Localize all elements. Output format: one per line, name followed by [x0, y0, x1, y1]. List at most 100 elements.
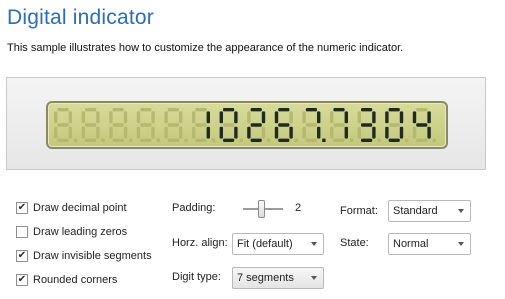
draw-invisible-segments-checkbox[interactable]: ✔ Draw invisible segments — [16, 250, 152, 262]
rounded-corners-checkbox[interactable]: ✔ Rounded corners — [16, 274, 117, 286]
draw-decimal-point-checkbox[interactable]: ✔ Draw decimal point — [16, 202, 127, 214]
padding-slider-thumb[interactable] — [258, 200, 265, 218]
lcd-segment — [372, 126, 376, 139]
lcd-segment — [85, 108, 97, 112]
horz-align-dropdown[interactable]: Fit (default) — [232, 233, 324, 255]
lcd-segment — [261, 111, 266, 124]
lcd-segment — [330, 126, 334, 139]
lcd-decimal-point — [129, 138, 133, 142]
lcd-segment — [247, 111, 251, 124]
lcd-segment — [57, 108, 69, 112]
lcd-segment — [164, 111, 168, 124]
lcd-decimal-point — [294, 138, 298, 142]
lcd-segment — [57, 123, 69, 127]
lcd-decimal-point — [349, 138, 354, 142]
lcd-digit — [412, 108, 436, 142]
format-dropdown[interactable]: Standard — [388, 200, 471, 222]
lcd-decimal-point — [73, 138, 78, 142]
lcd-segment — [305, 123, 317, 127]
lcd-digit — [302, 108, 326, 142]
lcd-segment — [247, 126, 251, 139]
lcd-segment — [223, 123, 235, 127]
digit-type-label: Digit type: — [172, 271, 221, 283]
lcd-segment — [399, 111, 404, 124]
lcd-segment — [305, 138, 317, 142]
lcd-segment — [278, 123, 290, 127]
lcd-segment — [250, 108, 262, 112]
lcd-segment — [57, 138, 69, 142]
rounded-corners-label: Rounded corners — [33, 274, 118, 286]
lcd-digit — [357, 108, 381, 142]
lcd-digit — [274, 108, 298, 142]
lcd-segment — [361, 108, 373, 112]
lcd-segment — [85, 123, 97, 127]
lcd-segment — [206, 111, 210, 124]
lcd-segment — [219, 111, 223, 124]
horz-align-value: Fit (default) — [237, 238, 293, 250]
padding-value: 2 — [295, 202, 302, 214]
lcd-segment — [54, 126, 58, 139]
lcd-segment — [333, 123, 345, 127]
chevron-down-icon — [458, 209, 464, 213]
lcd-segment — [192, 111, 196, 124]
lcd-segment — [261, 126, 266, 139]
lcd-segment — [167, 108, 179, 112]
state-dropdown[interactable]: Normal — [388, 233, 471, 255]
lcd-segment — [274, 111, 279, 124]
lcd-digit — [164, 108, 188, 142]
lcd-decimal-point — [432, 138, 436, 142]
checkbox-box — [16, 226, 28, 238]
lcd-segment — [151, 126, 155, 139]
check-icon: ✔ — [16, 202, 28, 214]
lcd-segment — [167, 138, 179, 142]
check-icon: ✔ — [16, 250, 28, 262]
digit-type-dropdown[interactable]: 7 segments — [232, 267, 324, 289]
lcd-segment — [123, 111, 128, 124]
lcd-decimal-point — [101, 138, 105, 142]
lcd-segment — [427, 126, 431, 139]
lcd-segment — [399, 126, 404, 139]
lcd-segment — [123, 126, 128, 139]
lcd-segment — [219, 126, 223, 139]
lcd-segment — [223, 138, 235, 142]
draw-leading-zeros-checkbox[interactable]: Draw leading zeros — [16, 226, 127, 238]
lcd-decimal-point — [405, 138, 409, 142]
lcd-digit — [330, 108, 354, 142]
lcd-segment — [289, 126, 293, 139]
format-value: Standard — [393, 205, 438, 217]
lcd-segment — [416, 138, 428, 142]
horz-align-label: Horz. align: — [172, 237, 228, 249]
lcd-segment — [96, 111, 100, 124]
check-icon: ✔ — [16, 274, 28, 286]
chevron-down-icon — [458, 242, 464, 246]
lcd-segment — [274, 126, 279, 139]
lcd-segment — [427, 111, 431, 124]
lcd-segment — [289, 111, 293, 124]
lcd-segment — [206, 126, 210, 139]
lcd-segment — [192, 126, 196, 139]
lcd-segment — [167, 123, 179, 127]
lcd-segment — [136, 111, 141, 124]
lcd-segment — [85, 138, 97, 142]
draw-decimal-point-label: Draw decimal point — [33, 202, 127, 214]
lcd-segment — [179, 111, 183, 124]
lcd-segment — [234, 111, 238, 124]
lcd-segment — [361, 123, 373, 127]
lcd-segment — [385, 126, 389, 139]
lcd-segment — [164, 126, 168, 139]
chevron-down-icon — [311, 276, 317, 280]
state-label: State: — [340, 237, 369, 249]
lcd-segment — [344, 126, 348, 139]
state-value: Normal — [393, 238, 429, 250]
lcd-segment — [278, 108, 290, 112]
lcd-decimal-point — [211, 138, 216, 142]
lcd-segment — [388, 108, 400, 112]
lcd-segment — [68, 111, 72, 124]
lcd-decimal-point — [239, 138, 243, 142]
lcd-decimal-point — [184, 138, 188, 142]
lcd-segment — [136, 126, 141, 139]
lcd-segment — [112, 138, 124, 142]
lcd-segment — [109, 111, 113, 124]
lcd-segment — [412, 111, 417, 124]
lcd-digit — [192, 108, 216, 142]
